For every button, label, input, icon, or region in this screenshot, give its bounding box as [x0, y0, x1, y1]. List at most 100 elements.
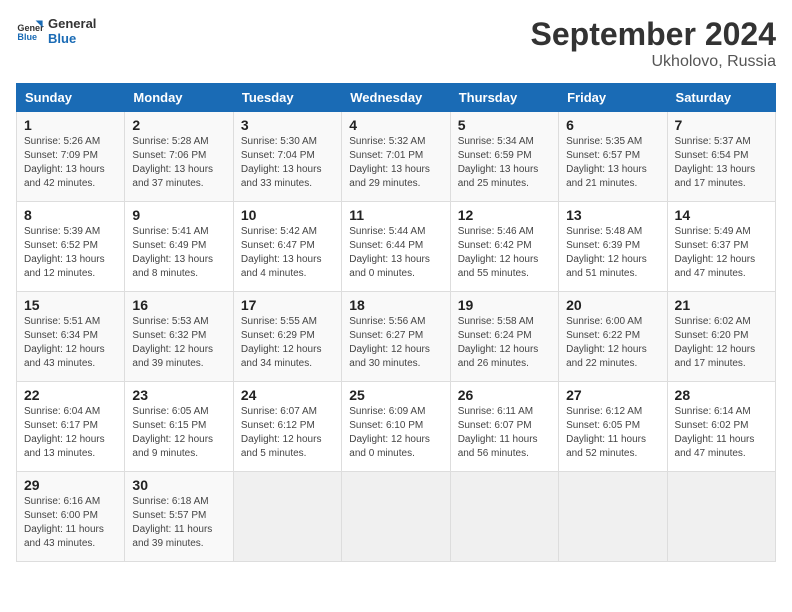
day-number: 8 [24, 207, 117, 223]
calendar-cell: 23 Sunrise: 6:05 AMSunset: 6:15 PMDayligh… [125, 382, 233, 472]
day-number: 26 [458, 387, 551, 403]
cell-content: Sunrise: 5:42 AMSunset: 6:47 PMDaylight:… [241, 225, 334, 281]
day-number: 30 [132, 477, 225, 493]
day-number: 1 [24, 117, 117, 133]
day-number: 28 [675, 387, 768, 403]
day-number: 7 [675, 117, 768, 133]
calendar-cell: 7 Sunrise: 5:37 AMSunset: 6:54 PMDaylight… [667, 112, 775, 202]
calendar-cell: 1 Sunrise: 5:26 AMSunset: 7:09 PMDaylight… [17, 112, 125, 202]
logo-general: General [48, 16, 96, 31]
cell-content: Sunrise: 5:46 AMSunset: 6:42 PMDaylight:… [458, 225, 551, 281]
calendar-cell: 27Sunrise: 6:12 AMSunset: 6:05 PMDayligh… [559, 382, 667, 472]
cell-content: Sunrise: 5:39 AMSunset: 6:52 PMDaylight:… [24, 225, 117, 281]
col-header-wednesday: Wednesday [342, 84, 450, 112]
logo: General Blue General Blue [16, 16, 96, 46]
calendar-cell: 15Sunrise: 5:51 AMSunset: 6:34 PMDayligh… [17, 292, 125, 382]
cell-content: Sunrise: 6:00 AMSunset: 6:22 PMDaylight:… [566, 315, 659, 371]
day-number: 9 [132, 207, 225, 223]
day-number: 27 [566, 387, 659, 403]
col-header-monday: Monday [125, 84, 233, 112]
col-header-friday: Friday [559, 84, 667, 112]
calendar-cell: 10 Sunrise: 5:42 AMSunset: 6:47 PMDayligh… [233, 202, 341, 292]
calendar-cell: 14 Sunrise: 5:49 AMSunset: 6:37 PMDayligh… [667, 202, 775, 292]
day-number: 16 [132, 297, 225, 313]
cell-content: Sunrise: 6:18 AMSunset: 5:57 PMDaylight:… [132, 495, 225, 551]
location-subtitle: Ukholovo, Russia [531, 53, 776, 71]
day-number: 24 [241, 387, 334, 403]
cell-content: Sunrise: 5:28 AMSunset: 7:06 PMDaylight:… [132, 135, 225, 191]
cell-content: Sunrise: 6:16 AMSunset: 6:00 PMDaylight:… [24, 495, 117, 551]
calendar-cell: 4Sunrise: 5:32 AMSunset: 7:01 PMDaylight… [342, 112, 450, 202]
day-number: 4 [349, 117, 442, 133]
day-number: 3 [241, 117, 334, 133]
calendar-cell: 18 Sunrise: 5:56 AMSunset: 6:27 PMDayligh… [342, 292, 450, 382]
day-number: 19 [458, 297, 551, 313]
day-number: 12 [458, 207, 551, 223]
cell-content: Sunrise: 5:34 AMSunset: 6:59 PMDaylight:… [458, 135, 551, 191]
col-header-saturday: Saturday [667, 84, 775, 112]
calendar-cell: 16 Sunrise: 5:53 AMSunset: 6:32 PMDayligh… [125, 292, 233, 382]
calendar-cell: 3 Sunrise: 5:30 AMSunset: 7:04 PMDaylight… [233, 112, 341, 202]
calendar-cell: 20 Sunrise: 6:00 AMSunset: 6:22 PMDayligh… [559, 292, 667, 382]
day-number: 6 [566, 117, 659, 133]
day-number: 15 [24, 297, 117, 313]
logo-blue: Blue [48, 31, 96, 46]
calendar-cell [450, 472, 558, 562]
calendar-cell [233, 472, 341, 562]
cell-content: Sunrise: 5:53 AMSunset: 6:32 PMDaylight:… [132, 315, 225, 371]
cell-content: Sunrise: 5:55 AMSunset: 6:29 PMDaylight:… [241, 315, 334, 371]
cell-content: Sunrise: 5:48 AMSunset: 6:39 PMDaylight:… [566, 225, 659, 281]
calendar-cell: 5 Sunrise: 5:34 AMSunset: 6:59 PMDaylight… [450, 112, 558, 202]
cell-content: Sunrise: 5:56 AMSunset: 6:27 PMDaylight:… [349, 315, 442, 371]
svg-text:Blue: Blue [17, 32, 37, 42]
day-number: 11 [349, 207, 442, 223]
cell-content: Sunrise: 6:05 AMSunset: 6:15 PMDaylight:… [132, 405, 225, 461]
calendar-cell: 25 Sunrise: 6:09 AMSunset: 6:10 PMDayligh… [342, 382, 450, 472]
cell-content: Sunrise: 6:09 AMSunset: 6:10 PMDaylight:… [349, 405, 442, 461]
calendar-header-row: SundayMondayTuesdayWednesdayThursdayFrid… [17, 84, 776, 112]
cell-content: Sunrise: 5:44 AMSunset: 6:44 PMDaylight:… [349, 225, 442, 281]
calendar-cell: 26 Sunrise: 6:11 AMSunset: 6:07 PMDayligh… [450, 382, 558, 472]
calendar-week-row: 1 Sunrise: 5:26 AMSunset: 7:09 PMDaylight… [17, 112, 776, 202]
day-number: 10 [241, 207, 334, 223]
calendar-week-row: 29 Sunrise: 6:16 AMSunset: 6:00 PMDayligh… [17, 472, 776, 562]
calendar-cell [667, 472, 775, 562]
calendar-week-row: 8 Sunrise: 5:39 AMSunset: 6:52 PMDaylight… [17, 202, 776, 292]
calendar-cell [342, 472, 450, 562]
day-number: 23 [132, 387, 225, 403]
day-number: 21 [675, 297, 768, 313]
day-number: 18 [349, 297, 442, 313]
calendar-cell: 2 Sunrise: 5:28 AMSunset: 7:06 PMDaylight… [125, 112, 233, 202]
calendar-cell: 8 Sunrise: 5:39 AMSunset: 6:52 PMDaylight… [17, 202, 125, 292]
calendar-cell: 6 Sunrise: 5:35 AMSunset: 6:57 PMDaylight… [559, 112, 667, 202]
calendar-cell: 24 Sunrise: 6:07 AMSunset: 6:12 PMDayligh… [233, 382, 341, 472]
cell-content: Sunrise: 6:11 AMSunset: 6:07 PMDaylight:… [458, 405, 551, 461]
cell-content: Sunrise: 5:26 AMSunset: 7:09 PMDaylight:… [24, 135, 117, 191]
calendar-cell: 12 Sunrise: 5:46 AMSunset: 6:42 PMDayligh… [450, 202, 558, 292]
calendar-cell: 9Sunrise: 5:41 AMSunset: 6:49 PMDaylight… [125, 202, 233, 292]
cell-content: Sunrise: 5:49 AMSunset: 6:37 PMDaylight:… [675, 225, 768, 281]
calendar-cell: 29 Sunrise: 6:16 AMSunset: 6:00 PMDayligh… [17, 472, 125, 562]
calendar-week-row: 15Sunrise: 5:51 AMSunset: 6:34 PMDayligh… [17, 292, 776, 382]
calendar-cell: 13 Sunrise: 5:48 AMSunset: 6:39 PMDayligh… [559, 202, 667, 292]
calendar-cell: 28 Sunrise: 6:14 AMSunset: 6:02 PMDayligh… [667, 382, 775, 472]
day-number: 5 [458, 117, 551, 133]
cell-content: Sunrise: 5:58 AMSunset: 6:24 PMDaylight:… [458, 315, 551, 371]
cell-content: Sunrise: 5:35 AMSunset: 6:57 PMDaylight:… [566, 135, 659, 191]
cell-content: Sunrise: 5:30 AMSunset: 7:04 PMDaylight:… [241, 135, 334, 191]
day-number: 13 [566, 207, 659, 223]
day-number: 29 [24, 477, 117, 493]
day-number: 14 [675, 207, 768, 223]
day-number: 25 [349, 387, 442, 403]
cell-content: Sunrise: 5:37 AMSunset: 6:54 PMDaylight:… [675, 135, 768, 191]
calendar-cell [559, 472, 667, 562]
calendar-cell: 22Sunrise: 6:04 AMSunset: 6:17 PMDayligh… [17, 382, 125, 472]
cell-content: Sunrise: 6:14 AMSunset: 6:02 PMDaylight:… [675, 405, 768, 461]
cell-content: Sunrise: 6:07 AMSunset: 6:12 PMDaylight:… [241, 405, 334, 461]
calendar-cell: 11 Sunrise: 5:44 AMSunset: 6:44 PMDayligh… [342, 202, 450, 292]
header: General Blue General Blue September 2024… [16, 16, 776, 71]
day-number: 2 [132, 117, 225, 133]
calendar-week-row: 22Sunrise: 6:04 AMSunset: 6:17 PMDayligh… [17, 382, 776, 472]
calendar-cell: 21Sunrise: 6:02 AMSunset: 6:20 PMDayligh… [667, 292, 775, 382]
day-number: 20 [566, 297, 659, 313]
